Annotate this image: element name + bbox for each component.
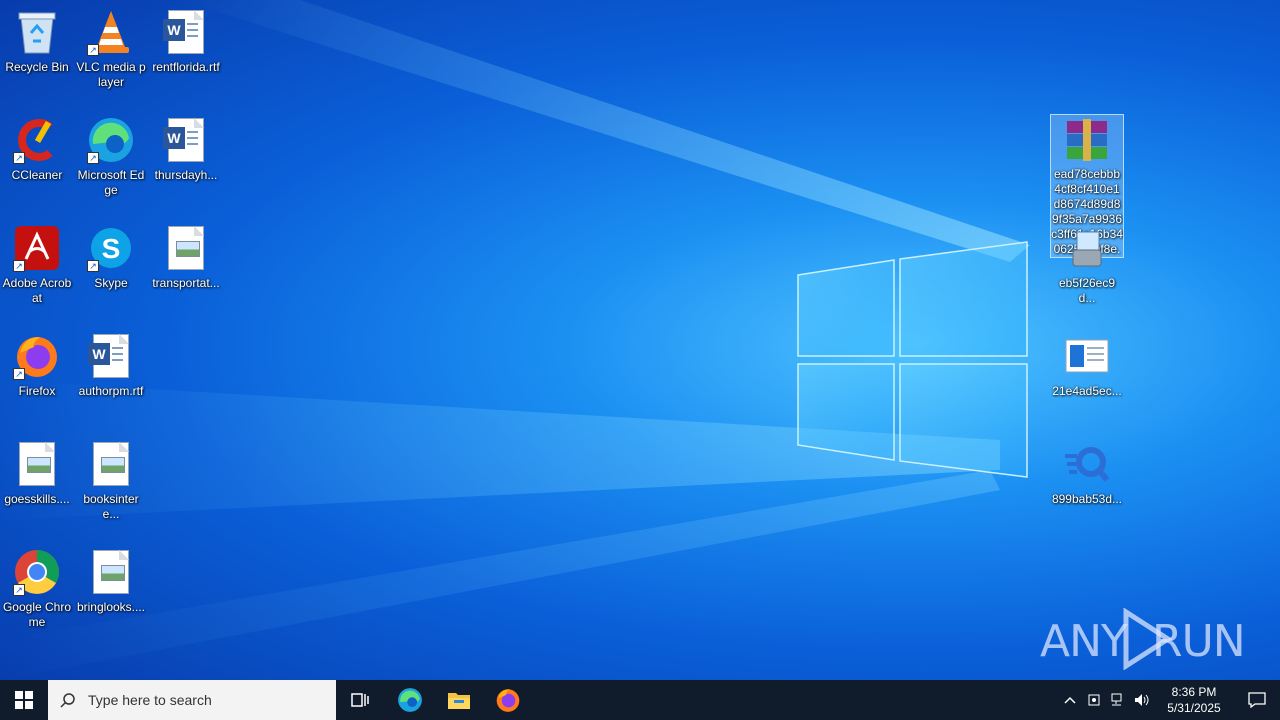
shortcut-arrow-icon: ↗ bbox=[13, 584, 25, 596]
image-file-icon bbox=[162, 224, 210, 272]
desktop-icon-bringlooks[interactable]: bringlooks.... bbox=[75, 548, 147, 615]
desktop-icon-vlc[interactable]: ↗ VLC media player bbox=[75, 8, 147, 90]
word-document-icon: W bbox=[162, 8, 210, 56]
ccleaner-icon: ↗ bbox=[13, 116, 61, 164]
shortcut-arrow-icon: ↗ bbox=[87, 44, 99, 56]
start-button[interactable] bbox=[0, 680, 48, 720]
desktop-icon-recycle-bin[interactable]: Recycle Bin bbox=[1, 8, 73, 75]
icon-label: Adobe Acrobat bbox=[2, 276, 72, 305]
desktop-icon-goesskills[interactable]: goesskills.... bbox=[1, 440, 73, 507]
clock-time: 8:36 PM bbox=[1171, 685, 1217, 699]
clock-date: 5/31/2025 bbox=[1167, 701, 1221, 715]
image-file-icon bbox=[87, 548, 135, 596]
desktop-icon-rentflorida[interactable]: W rentflorida.rtf bbox=[150, 8, 222, 75]
notification-icon bbox=[1248, 692, 1266, 708]
desktop-icon-transportat[interactable]: transportat... bbox=[150, 224, 222, 291]
network-icon bbox=[1111, 693, 1122, 706]
taskbar: Type here to search 8:36 PM 5/31/2025 bbox=[0, 680, 1280, 720]
icon-label: rentflorida.rtf bbox=[152, 60, 220, 74]
desktop-icon-eb5f26ec9d[interactable]: eb5f26ec9d... bbox=[1051, 224, 1123, 306]
system-tray: 8:36 PM 5/31/2025 bbox=[1058, 680, 1280, 720]
icon-label: goesskills.... bbox=[4, 492, 70, 506]
show-hidden-icons-button[interactable] bbox=[1058, 680, 1082, 720]
icon-label: CCleaner bbox=[11, 168, 63, 182]
desktop[interactable]: Recycle Bin ↗ VLC media player W rentflo… bbox=[0, 0, 1280, 680]
q-app-icon bbox=[1063, 440, 1111, 488]
desktop-icon-authorpm[interactable]: W authorpm.rtf bbox=[75, 332, 147, 399]
vlc-icon: ↗ bbox=[87, 8, 135, 56]
shortcut-arrow-icon: ↗ bbox=[13, 368, 25, 380]
shortcut-arrow-icon: ↗ bbox=[13, 152, 25, 164]
shortcut-arrow-icon: ↗ bbox=[13, 260, 25, 272]
icon-label: bringlooks.... bbox=[76, 600, 146, 614]
windows-start-icon bbox=[15, 691, 33, 709]
tray-device-icon-button[interactable] bbox=[1082, 680, 1106, 720]
icon-label: transportat... bbox=[152, 276, 220, 290]
edge-icon bbox=[397, 688, 422, 712]
volume-icon bbox=[1135, 694, 1149, 706]
taskbar-clock[interactable]: 8:36 PM 5/31/2025 bbox=[1154, 684, 1234, 716]
task-view-icon bbox=[350, 693, 369, 707]
taskbar-file-explorer[interactable] bbox=[434, 680, 483, 720]
anyrun-watermark: ANY RUN bbox=[1040, 608, 1246, 678]
desktop-icon-adobe-acrobat[interactable]: ↗ Adobe Acrobat bbox=[1, 224, 73, 306]
action-center-button[interactable] bbox=[1234, 692, 1280, 708]
icon-label: Firefox bbox=[18, 384, 56, 398]
icon-label: Recycle Bin bbox=[5, 60, 69, 74]
taskbar-edge[interactable] bbox=[385, 680, 434, 720]
icon-label: eb5f26ec9d... bbox=[1058, 276, 1116, 305]
edge-icon: ↗ bbox=[87, 116, 135, 164]
shortcut-arrow-icon: ↗ bbox=[87, 260, 99, 272]
installer-icon bbox=[1063, 224, 1111, 272]
desktop-icon-google-chrome[interactable]: ↗ Google Chrome bbox=[1, 548, 73, 630]
taskbar-firefox[interactable] bbox=[483, 680, 532, 720]
icon-label: 899bab53d... bbox=[1051, 492, 1123, 506]
file-explorer-icon bbox=[447, 693, 470, 709]
watermark-text-left: ANY bbox=[1040, 616, 1128, 667]
desktop-icon-thursdayh[interactable]: W thursdayh... bbox=[150, 116, 222, 183]
word-document-icon: W bbox=[87, 332, 135, 380]
desktop-icon-21e4ad5ec[interactable]: 21e4ad5ec... bbox=[1051, 332, 1123, 399]
search-icon bbox=[60, 693, 75, 708]
icon-label: authorpm.rtf bbox=[78, 384, 144, 398]
window-app-icon bbox=[1063, 332, 1111, 380]
image-file-icon bbox=[13, 440, 61, 488]
skype-icon: S ↗ bbox=[87, 224, 135, 272]
desktop-icon-ccleaner[interactable]: ↗ CCleaner bbox=[1, 116, 73, 183]
windows-logo-wallpaper bbox=[797, 241, 1028, 478]
winrar-archive-icon bbox=[1063, 119, 1111, 163]
watermark-text-right: RUN bbox=[1152, 616, 1246, 667]
volume-button[interactable] bbox=[1130, 680, 1154, 720]
desktop-icon-edge[interactable]: ↗ Microsoft Edge bbox=[75, 116, 147, 198]
taskbar-search-box[interactable]: Type here to search bbox=[48, 680, 336, 720]
icon-label: booksintere... bbox=[83, 492, 139, 521]
firefox-icon: ↗ bbox=[13, 332, 61, 380]
image-file-icon bbox=[87, 440, 135, 488]
icon-label: Skype bbox=[94, 276, 128, 290]
desktop-icon-899bab53d[interactable]: 899bab53d... bbox=[1051, 440, 1123, 507]
chevron-up-icon bbox=[1064, 696, 1076, 704]
desktop-icon-skype[interactable]: S ↗ Skype bbox=[75, 224, 147, 291]
device-icon bbox=[1088, 694, 1100, 706]
icon-label: VLC media player bbox=[76, 60, 146, 89]
icon-label: Microsoft Edge bbox=[77, 168, 145, 197]
chrome-icon: ↗ bbox=[13, 548, 61, 596]
icon-label: Google Chrome bbox=[2, 600, 72, 629]
word-document-icon: W bbox=[162, 116, 210, 164]
acrobat-icon: ↗ bbox=[13, 224, 61, 272]
desktop-icon-firefox[interactable]: ↗ Firefox bbox=[1, 332, 73, 399]
task-view-button[interactable] bbox=[336, 680, 385, 720]
svg-text:S: S bbox=[102, 233, 121, 264]
search-placeholder: Type here to search bbox=[88, 692, 212, 708]
icon-label: 21e4ad5ec... bbox=[1052, 384, 1122, 398]
network-button[interactable] bbox=[1106, 680, 1130, 720]
desktop-icon-booksintere[interactable]: booksintere... bbox=[75, 440, 147, 522]
shortcut-arrow-icon: ↗ bbox=[87, 152, 99, 164]
recycle-bin-icon bbox=[13, 8, 61, 56]
firefox-icon bbox=[496, 689, 519, 712]
icon-label: thursdayh... bbox=[154, 168, 218, 182]
